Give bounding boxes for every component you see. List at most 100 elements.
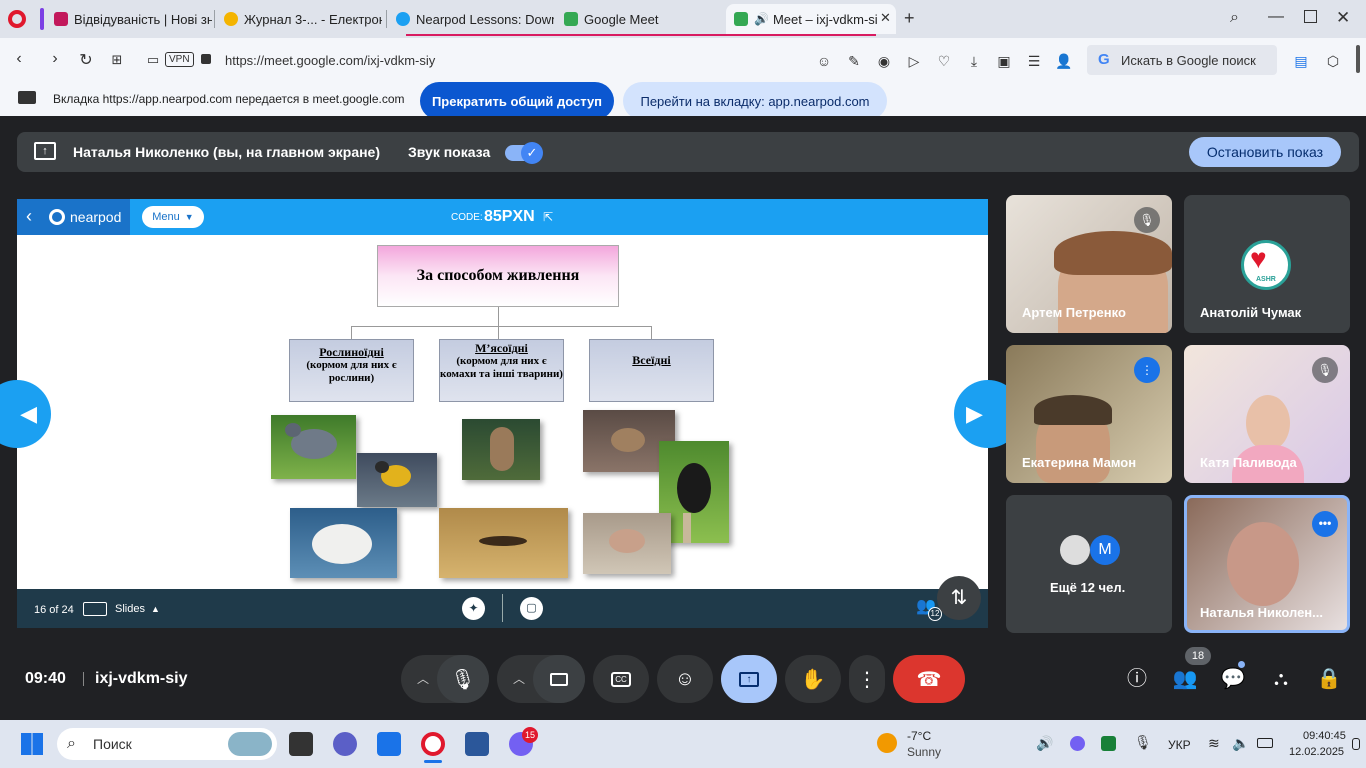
participant-tile[interactable]: ♥ ASHR Анатолій Чумак	[1184, 195, 1350, 333]
wifi-icon[interactable]: ≋	[1208, 735, 1220, 752]
task-view-icon[interactable]	[289, 732, 313, 756]
tab-grid-icon[interactable]: ⊞	[106, 52, 128, 68]
edit-icon[interactable]: ✎	[844, 51, 864, 71]
tab-label: Відвідуваність | Нові знан	[74, 11, 212, 27]
nearpod-menu-button[interactable]: Menu ▼	[142, 206, 204, 228]
host-controls-icon[interactable]: 🔒	[1316, 666, 1342, 692]
tab-journal[interactable]: Журнал 3-... - Електронні	[216, 4, 382, 34]
word-icon[interactable]	[465, 732, 489, 756]
activities-icon[interactable]: ⛬	[1268, 666, 1294, 692]
slides-icon[interactable]	[83, 602, 107, 616]
search-tabs-icon[interactable]: ⌕	[1230, 9, 1239, 27]
speaker-tray-icon[interactable]: 🔊	[1036, 735, 1053, 752]
heart-icon[interactable]: ♡	[934, 51, 954, 71]
url-text[interactable]: https://meet.google.com/ixj-vdkm-siy	[225, 53, 435, 68]
mic-off-icon: 🎙	[1312, 357, 1338, 383]
more-participants-tile[interactable]: M Ещё 12 чел.	[1006, 495, 1172, 633]
clock-date[interactable]: 12.02.2025	[1289, 746, 1344, 758]
camera-icon[interactable]: ▭	[142, 52, 164, 68]
profile-icon[interactable]: 👤	[1054, 51, 1074, 71]
opera-logo-icon[interactable]	[8, 10, 26, 28]
windows-start-icon[interactable]	[21, 733, 43, 755]
sidebar-icon[interactable]: ▤	[1291, 51, 1311, 71]
captions-icon: CC	[611, 671, 631, 687]
camera-options-icon[interactable]: ︿	[513, 670, 525, 687]
security-tray-icon[interactable]	[1101, 736, 1116, 751]
people-icon[interactable]: 👥	[1172, 666, 1198, 692]
share-code-icon[interactable]: ⇱	[543, 210, 553, 224]
swan-photo	[290, 508, 397, 578]
category-desc: (кормом для них є комахи та інші тварини…	[440, 355, 563, 380]
google-search-placeholder: Искать в Google поиск	[1121, 52, 1256, 68]
participant-name: Наталья Николен...	[1200, 605, 1323, 620]
scrollbar[interactable]	[1356, 45, 1360, 73]
present-button[interactable]: ↑	[721, 655, 777, 703]
participant-tile[interactable]: 🎙 Катя Паливода	[1184, 345, 1350, 483]
emoji-icon[interactable]: ☺	[814, 51, 834, 71]
download-icon[interactable]: ⤓	[964, 51, 984, 71]
reload-icon[interactable]: ↻	[75, 50, 97, 70]
camera-button[interactable]	[533, 655, 585, 703]
weather-temp[interactable]: -7°C	[907, 729, 931, 743]
language-indicator[interactable]: УКР	[1168, 738, 1191, 752]
store-icon[interactable]	[377, 732, 401, 756]
avatar	[1060, 535, 1090, 565]
self-tile[interactable]: ••• Наталья Николен...	[1184, 495, 1350, 633]
google-search-field[interactable]: G Искать в Google поиск	[1087, 45, 1277, 75]
board-icon[interactable]: ▢	[520, 597, 543, 620]
tab-close-icon[interactable]: ✕	[880, 10, 891, 26]
avatar-label: ASHR	[1256, 276, 1276, 283]
vpn-badge[interactable]: VPN	[165, 52, 194, 67]
swap-icon[interactable]: ⇅	[937, 576, 981, 620]
new-tab-icon[interactable]: +	[904, 8, 915, 29]
opera-icon[interactable]	[421, 732, 445, 756]
more-options-button[interactable]: ⋮	[849, 655, 885, 703]
player-icon[interactable]: ▣	[994, 51, 1014, 71]
extensions-icon[interactable]: ⬡	[1323, 51, 1343, 71]
search-icon: ⌕	[67, 735, 76, 752]
play-icon[interactable]: ▷	[904, 51, 924, 71]
nearpod-back-icon[interactable]: ‹	[26, 206, 32, 227]
menu-lines-icon[interactable]: ☰	[1024, 51, 1044, 71]
raise-hand-button[interactable]: ✋	[785, 655, 841, 703]
battery-icon[interactable]	[1257, 738, 1273, 748]
captions-button[interactable]: CC	[593, 655, 649, 703]
viber-tray-icon[interactable]	[1070, 736, 1085, 751]
info-icon[interactable]: ⓘ	[1124, 666, 1150, 692]
tab-attendance[interactable]: Відвідуваність | Нові знан	[46, 4, 212, 34]
stop-presenting-button[interactable]: Остановить показ	[1189, 137, 1341, 167]
reactions-button[interactable]: ☺	[657, 655, 713, 703]
close-window-icon[interactable]: ✕	[1336, 8, 1350, 28]
participant-tile[interactable]: ⋮ Екатерина Мамон	[1006, 345, 1172, 483]
weather-desc[interactable]: Sunny	[907, 745, 941, 759]
forward-icon[interactable]: ›	[44, 50, 66, 68]
video-hair	[1034, 395, 1112, 425]
mic-tray-icon[interactable]: 🎙	[1134, 734, 1152, 751]
search-highlight-icon	[228, 732, 272, 756]
snapshot-icon[interactable]: ◉	[874, 51, 894, 71]
slides-toggle[interactable]: Slides ▲	[115, 603, 160, 615]
stop-sharing-button[interactable]: Прекратить общий доступ	[420, 82, 614, 120]
restore-icon[interactable]	[1304, 10, 1317, 23]
tab-meet-active[interactable]: 🔊 Meet – ixj-vdkm-si	[726, 4, 896, 34]
activity-icon[interactable]: ✦	[462, 597, 485, 620]
participant-tile[interactable]: 🎙 Артем Петренко	[1006, 195, 1172, 333]
clock-time[interactable]: 09:40:45	[1303, 730, 1346, 742]
volume-icon[interactable]: 🔈	[1232, 735, 1249, 752]
meet-app-icon[interactable]	[333, 732, 357, 756]
tab-google-meet[interactable]: Google Meet	[556, 4, 722, 34]
chat-icon[interactable]: 💬	[1220, 666, 1246, 692]
minimize-icon[interactable]: —	[1268, 8, 1284, 26]
more-options-icon[interactable]: •••	[1312, 511, 1338, 537]
camera-icon	[550, 672, 568, 686]
tab-nearpod[interactable]: Nearpod Lessons: Downlo	[388, 4, 554, 34]
notification-icon[interactable]	[1352, 738, 1360, 750]
mic-button[interactable]: 🎙	[437, 655, 489, 703]
tab-group-line	[406, 34, 876, 36]
go-to-tab-button[interactable]: Перейти на вкладку: app.nearpod.com	[623, 82, 887, 120]
mic-options-icon[interactable]: ︿	[417, 670, 429, 687]
back-icon[interactable]: ‹	[8, 50, 30, 68]
present-icon: ↑	[739, 671, 759, 687]
leave-call-button[interactable]: ☎	[893, 655, 965, 703]
check-icon[interactable]: ✓	[521, 142, 543, 164]
